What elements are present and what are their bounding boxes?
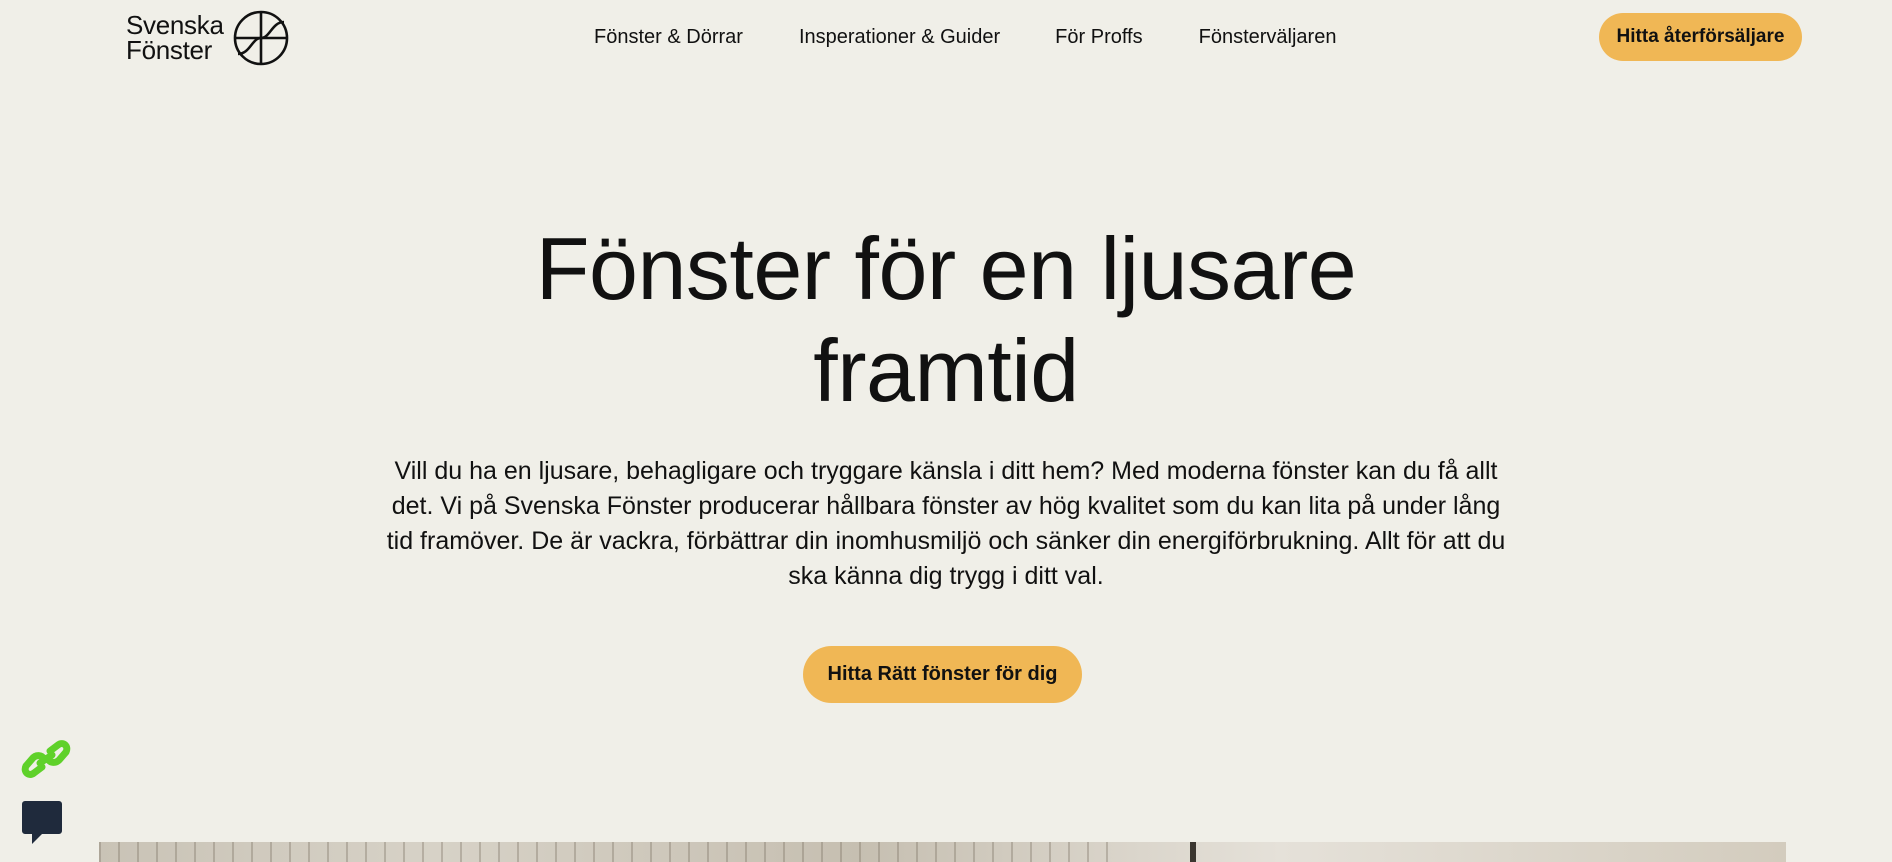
hero-title-line-1: Fönster för en ljusare xyxy=(535,219,1357,318)
nav-item-window-picker[interactable]: Fönsterväljaren xyxy=(1199,25,1337,49)
hero-image-slats xyxy=(99,842,1112,862)
page: Svenska Fönster Fönster & Dörrar Inspera… xyxy=(0,0,1892,862)
hero-text-line-3: tid framöver. De är vackra, förbättrar d… xyxy=(386,527,1506,555)
hero-image xyxy=(99,842,1786,862)
nav-item-for-pros[interactable]: För Proffs xyxy=(1055,25,1142,49)
logo-mark-icon xyxy=(233,10,288,66)
logo-wordmark: Svenska Fönster xyxy=(126,12,224,65)
find-right-window-button[interactable]: Hitta Rätt fönster för dig xyxy=(803,646,1082,703)
hero-title-line-2: framtid xyxy=(813,321,1079,420)
link-icon xyxy=(21,740,71,778)
logo[interactable]: Svenska Fönster xyxy=(126,10,290,66)
main-nav: Fönster & Dörrar Insperationer & Guider … xyxy=(594,25,1336,49)
chat-widget-button[interactable] xyxy=(22,801,62,845)
hero-text-line-4: ska känna dig trygg i ditt val. xyxy=(788,562,1104,590)
logo-line-2: Fönster xyxy=(126,35,213,65)
find-dealer-button[interactable]: Hitta återförsäljare xyxy=(1599,13,1802,61)
hero-text-line-2: det. Vi på Svenska Fönster producerar hå… xyxy=(391,492,1501,520)
nav-item-inspiration-guides[interactable]: Insperationer & Guider xyxy=(799,25,1000,49)
site-header: Svenska Fönster Fönster & Dörrar Inspera… xyxy=(0,0,1892,74)
hero-description: Vill du ha en ljusare, behagligare och t… xyxy=(374,454,1518,594)
hero-text-line-1: Vill du ha en ljusare, behagligare och t… xyxy=(394,457,1498,485)
chat-icon xyxy=(22,801,62,844)
nav-item-windows-doors[interactable]: Fönster & Dörrar xyxy=(594,25,743,49)
link-widget-button[interactable] xyxy=(20,737,72,781)
hero-image-post xyxy=(1190,842,1196,862)
hero-title: Fönster för en ljusare framtid xyxy=(446,218,1446,422)
